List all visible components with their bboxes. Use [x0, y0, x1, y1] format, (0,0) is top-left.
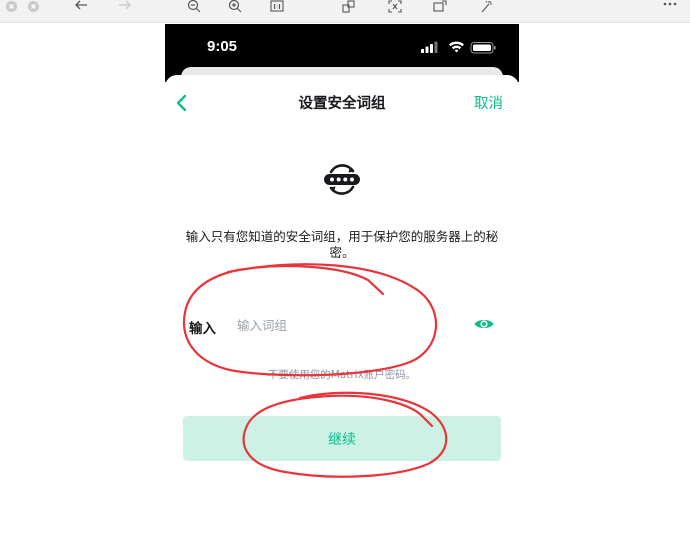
more-icon[interactable]: [663, 0, 677, 14]
passphrase-input[interactable]: [233, 312, 461, 338]
description-text: 输入只有您知道的安全词组，用于保护您的服务器上的秘密。: [185, 229, 499, 260]
actual-size-icon[interactable]: [270, 0, 284, 14]
wifi-icon: [449, 41, 464, 53]
cancel-button[interactable]: 取消: [474, 92, 503, 113]
system-icons: [421, 40, 497, 59]
eye-icon[interactable]: [473, 316, 495, 332]
rotate-icon[interactable]: [433, 0, 448, 14]
back-arrow-icon[interactable]: [74, 0, 88, 14]
battery-icon: [470, 42, 496, 54]
security-phrase-icon: [322, 159, 362, 199]
hint-text: 不要使用您的Matrix账户密码。: [267, 369, 417, 381]
page-title: 设置安全词组: [298, 96, 386, 112]
close-icon[interactable]: [6, 1, 17, 12]
passphrase-sheet: 设置安全词组 取消 输入只有您知道的安全词组，用于保护您的服务器上的秘密。 输入: [165, 75, 519, 558]
field-label: 输入: [189, 321, 216, 337]
markup-icon[interactable]: [480, 0, 494, 14]
share-icon[interactable]: [342, 0, 356, 14]
continue-button[interactable]: 继续: [183, 416, 501, 461]
zoom-in-icon[interactable]: [228, 0, 243, 14]
close-icon[interactable]: [28, 1, 39, 12]
forward-arrow-icon[interactable]: [118, 0, 132, 14]
phone-screen: 9:05 设置安全词组 取消 输入只有您知道的安全词组，用于保护您的服务器上的秘…: [165, 24, 519, 558]
status-time: 9:05: [207, 38, 238, 55]
signal-icon: [421, 41, 438, 53]
translate-icon[interactable]: [388, 0, 402, 14]
zoom-out-icon[interactable]: [187, 0, 202, 14]
viewer-toolbar: [0, 0, 690, 23]
